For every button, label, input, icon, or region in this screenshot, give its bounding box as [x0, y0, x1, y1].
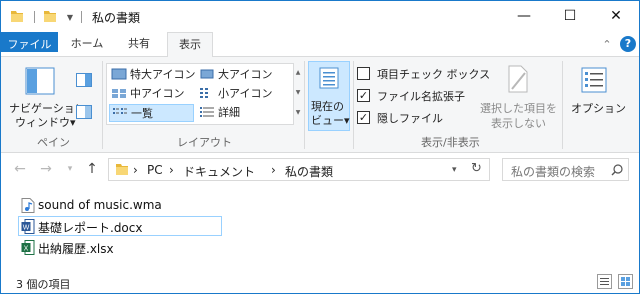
sort-by-icon: [319, 67, 339, 89]
extra-large-icons-icon: [111, 68, 127, 80]
medium-icons-icon: [112, 89, 126, 98]
back-arrow-icon[interactable]: ←: [13, 161, 27, 177]
file-item[interactable]: sound of music.wma: [18, 195, 168, 215]
large-icons-icon: [200, 69, 214, 79]
tab-share[interactable]: 共有: [116, 32, 162, 57]
address-bar[interactable]: › PC › ドキュメント › 私の書類 ▾ ↻: [108, 158, 490, 181]
gallery-expand-icon[interactable]: ▼: [294, 103, 302, 123]
ribbon-panel: ナビゲーション ウィンドウ▾ ペイン 特大アイコン 大アイコン 中アイコン 小ア…: [1, 57, 639, 153]
details-view-toggle-icon[interactable]: [597, 274, 612, 289]
show-hide-group-label: 表示/非表示: [421, 136, 480, 149]
options-button[interactable]: オプション: [571, 100, 626, 116]
breadcrumb-documents[interactable]: ドキュメント: [183, 163, 255, 180]
file-item[interactable]: X 出納履歴.xlsx: [18, 237, 168, 257]
file-item[interactable]: W 基礎レポート.docx: [18, 216, 222, 236]
layout-item-label: 詳細: [218, 106, 240, 119]
current-view-button[interactable]: 現在の ビュー▾: [308, 61, 350, 131]
layout-item-label: 一覧: [131, 107, 153, 120]
file-name: sound of music.wma: [38, 198, 162, 212]
hide-selected-items-icon: [508, 65, 528, 93]
search-placeholder: 私の書類の検索: [511, 165, 596, 179]
ribbon-separator: [304, 61, 305, 149]
folder-icon: [11, 11, 23, 22]
breadcrumb-my-documents[interactable]: 私の書類: [285, 163, 333, 180]
breadcrumb-separator[interactable]: ›: [271, 163, 276, 177]
title-bar: ▼ 私の書類 — ☐ ✕: [1, 1, 639, 32]
tab-view[interactable]: 表示: [167, 32, 213, 58]
search-icon[interactable]: [611, 164, 623, 176]
layout-item-label: 大アイコン: [218, 68, 273, 81]
layout-extra-large-icons[interactable]: 特大アイコン: [109, 66, 197, 84]
options-icon[interactable]: [581, 67, 607, 93]
maximize-button[interactable]: ☐: [547, 1, 593, 32]
up-arrow-icon[interactable]: ↑: [85, 161, 99, 177]
file-extensions-checkbox[interactable]: ✓: [357, 89, 370, 102]
breadcrumb-separator[interactable]: ›: [133, 163, 138, 177]
hide-selected-items-button[interactable]: 選択した項目を: [480, 100, 557, 116]
hide-selected-items-label-2: 表示しない: [491, 117, 546, 130]
layout-list[interactable]: 一覧: [109, 104, 194, 122]
layout-gallery-scroll[interactable]: ▲ ▼ ▼: [294, 63, 302, 125]
svg-text:W: W: [23, 225, 30, 232]
current-view-dropdown: ビュー▾: [311, 114, 350, 127]
layout-medium-icons[interactable]: 中アイコン: [109, 85, 197, 103]
file-extensions-label: ファイル名拡張子: [377, 90, 465, 103]
item-checkboxes-label: 項目チェック ボックス: [377, 68, 491, 81]
layout-details[interactable]: 詳細: [197, 104, 289, 122]
svg-text:X: X: [24, 246, 29, 253]
ribbon-separator: [562, 61, 563, 149]
tab-file[interactable]: ファイル: [1, 32, 58, 52]
layout-item-label: 小アイコン: [218, 87, 273, 100]
customize-quick-access-icon[interactable]: ▼: [65, 11, 75, 23]
word-file-icon: W: [21, 219, 35, 234]
folder-icon: [116, 164, 128, 175]
layout-item-label: 中アイコン: [130, 87, 185, 100]
window-title: 私の書類: [92, 11, 141, 25]
ribbon-separator: [353, 61, 354, 149]
navigation-pane-icon[interactable]: [25, 67, 55, 95]
layout-small-icons[interactable]: 小アイコン: [197, 85, 289, 103]
hidden-items-checkbox[interactable]: ✓: [357, 111, 370, 124]
tab-home[interactable]: ホーム: [60, 32, 114, 57]
preview-pane-icon[interactable]: [76, 73, 92, 87]
large-icons-view-toggle-icon[interactable]: [618, 274, 633, 289]
ribbon-tabs: ファイル ホーム 共有 表示 ⌃ ?: [1, 32, 639, 58]
explorer-window: ▼ 私の書類 — ☐ ✕ ファイル ホーム 共有 表示 ⌃ ? ナビゲーション …: [0, 0, 640, 294]
toolbar-separator: [34, 11, 35, 23]
refresh-icon[interactable]: ↻: [471, 161, 482, 176]
breadcrumb-pc[interactable]: PC: [147, 163, 163, 177]
excel-file-icon: X: [21, 240, 35, 255]
scroll-up-icon[interactable]: ▲: [294, 63, 302, 83]
ribbon-separator: [102, 61, 103, 149]
help-icon[interactable]: ?: [620, 36, 636, 52]
details-view-icon: [200, 107, 214, 117]
toolbar-separator: [81, 11, 82, 23]
collapse-ribbon-icon[interactable]: ⌃: [599, 38, 615, 51]
quick-access-folder-icon[interactable]: [43, 9, 57, 23]
audio-file-icon: [21, 198, 35, 213]
minimize-button[interactable]: —: [501, 1, 547, 32]
forward-arrow-icon[interactable]: →: [39, 161, 53, 177]
layout-large-icons[interactable]: 大アイコン: [197, 66, 289, 84]
search-box[interactable]: 私の書類の検索: [502, 158, 629, 181]
hidden-items-label: 隠しファイル: [377, 112, 443, 125]
address-history-chevron-icon[interactable]: ▾: [452, 165, 457, 175]
scroll-down-icon[interactable]: ▼: [294, 83, 302, 103]
close-button[interactable]: ✕: [593, 1, 639, 32]
file-name: 基礎レポート.docx: [38, 221, 143, 235]
recent-locations-chevron-icon[interactable]: ▾: [63, 164, 77, 174]
details-pane-icon[interactable]: [76, 105, 92, 119]
small-icons-icon: [200, 88, 208, 98]
item-checkboxes-checkbox[interactable]: [357, 67, 370, 80]
breadcrumb-separator[interactable]: ›: [169, 163, 174, 177]
pane-group-label: ペイン: [37, 136, 70, 149]
file-name: 出納履歴.xlsx: [38, 242, 114, 256]
status-item-count: 3 個の項目: [16, 278, 71, 291]
navigation-pane-dropdown[interactable]: ウィンドウ▾: [15, 114, 76, 130]
layout-item-label: 特大アイコン: [130, 68, 196, 81]
layout-group-label: レイアウト: [177, 136, 232, 149]
list-view-icon: [113, 108, 127, 114]
layout-gallery: 特大アイコン 大アイコン 中アイコン 小アイコン 一覧 詳細: [106, 63, 294, 125]
